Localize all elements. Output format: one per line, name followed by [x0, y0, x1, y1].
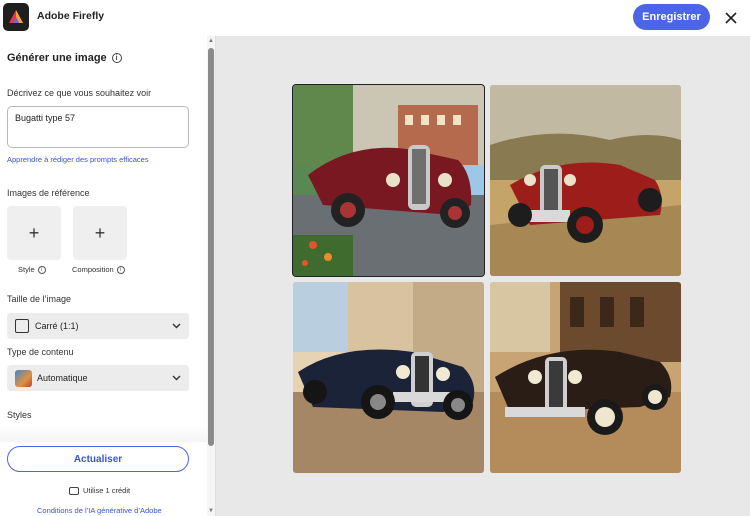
- credit-icon: [69, 486, 79, 495]
- panel-title-text: Générer une image: [7, 52, 107, 64]
- adobe-firefly-logo[interactable]: [3, 3, 29, 31]
- composition-reference-label: Composition: [72, 265, 114, 274]
- content-type-label: Type de contenu: [7, 347, 74, 357]
- close-icon[interactable]: [721, 8, 741, 28]
- prompt-label: Décrivez ce que vous souhaitez voir: [7, 88, 152, 98]
- terms-link[interactable]: Conditions de l’IA générative d’Adobe: [37, 506, 162, 515]
- content-type-thumbnail: [15, 369, 32, 387]
- styles-fade: [0, 426, 208, 442]
- content-type-select[interactable]: Automatique: [7, 365, 189, 391]
- composition-reference-caption: Composition i: [72, 265, 125, 274]
- square-aspect-icon: [15, 319, 29, 333]
- panel-scrollbar-thumb[interactable]: [208, 48, 214, 446]
- style-reference-label: Style: [18, 265, 35, 274]
- info-icon[interactable]: i: [116, 265, 125, 274]
- update-button[interactable]: Actualiser: [7, 446, 189, 472]
- plus-icon: +: [94, 222, 106, 243]
- image-size-label: Taille de l’image: [7, 294, 72, 304]
- chevron-down-icon: [172, 321, 181, 331]
- composition-reference-add-button[interactable]: +: [73, 206, 127, 260]
- credit-text: Utilise 1 crédit: [83, 486, 131, 495]
- generated-image-2[interactable]: [490, 85, 681, 276]
- generated-image-4[interactable]: [490, 282, 681, 473]
- style-reference-caption: Style i: [18, 265, 46, 274]
- credit-info: Utilise 1 crédit: [69, 486, 130, 495]
- scroll-up-icon[interactable]: ▲: [207, 38, 215, 44]
- image-size-value: Carré (1:1): [35, 321, 79, 331]
- generated-image-1[interactable]: [292, 84, 485, 277]
- generated-image-3[interactable]: [293, 282, 484, 473]
- register-button[interactable]: Enregistrer: [633, 4, 710, 30]
- scroll-down-icon[interactable]: ▼: [207, 508, 215, 514]
- info-icon[interactable]: i: [111, 53, 122, 64]
- app-title: Adobe Firefly: [37, 10, 105, 22]
- content-type-value: Automatique: [37, 373, 88, 383]
- info-icon[interactable]: i: [37, 265, 46, 274]
- styles-label: Styles: [7, 410, 32, 420]
- top-bar: Adobe Firefly Enregistrer: [0, 0, 750, 36]
- plus-icon: +: [28, 222, 40, 243]
- style-reference-add-button[interactable]: +: [7, 206, 61, 260]
- prompt-input[interactable]: Bugatti type 57: [7, 106, 189, 148]
- image-size-select[interactable]: Carré (1:1): [7, 313, 189, 339]
- chevron-down-icon: [172, 373, 181, 383]
- reference-images-label: Images de référence: [7, 188, 90, 198]
- prompt-help-link[interactable]: Apprendre à rédiger des prompts efficace…: [7, 155, 149, 164]
- panel-title: Générer une image i: [7, 52, 122, 64]
- generate-panel: Générer une image i Décrivez ce que vous …: [0, 36, 216, 516]
